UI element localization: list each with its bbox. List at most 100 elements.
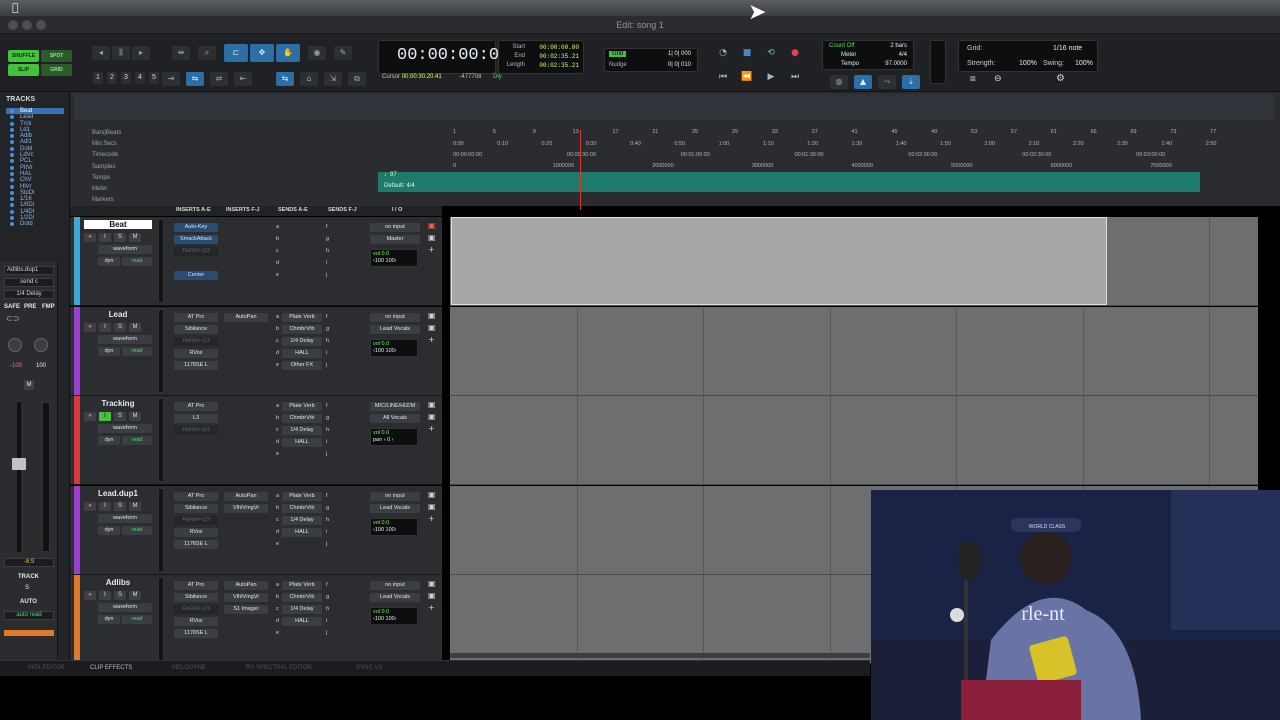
- dyn-button[interactable]: dyn: [98, 347, 120, 356]
- io-options-icon[interactable]: ▣: [428, 579, 436, 588]
- input-selector[interactable]: no input: [370, 492, 420, 501]
- tab-to-transient-icon[interactable]: ⇥: [162, 72, 180, 86]
- gear-icon[interactable]: ⚙: [1056, 73, 1065, 84]
- send-slot[interactable]: Plate Verb: [282, 402, 322, 411]
- magnifier-icon[interactable]: ⌕: [198, 46, 216, 60]
- insert-slot[interactable]: 1176SE L: [174, 361, 218, 370]
- solo-button[interactable]: S: [114, 412, 126, 421]
- fmp-button[interactable]: FMP: [42, 304, 55, 310]
- playhead-line[interactable]: [580, 130, 581, 210]
- insert-slot[interactable]: [224, 629, 268, 638]
- insert-slot[interactable]: [224, 259, 268, 268]
- safe-button[interactable]: SAFE: [4, 304, 20, 310]
- insert-slot[interactable]: FbFbFr-Q3: [174, 516, 218, 525]
- volume-fader[interactable]: [12, 458, 26, 470]
- io-options-icon[interactable]: ▣: [428, 591, 436, 600]
- automation-mode-selector[interactable]: read: [122, 257, 152, 266]
- send-slot[interactable]: [282, 235, 322, 244]
- track-header[interactable]: Lead ● I S Mwaveform dyn read AT Pro Sibilance Fb…: [70, 307, 442, 396]
- zoom-preset-4[interactable]: 4: [135, 72, 145, 84]
- insert-slot[interactable]: [174, 259, 218, 268]
- insert-slot[interactable]: [224, 414, 268, 423]
- io-options-icon[interactable]: ▣: [428, 323, 436, 332]
- grid-note-value[interactable]: 1/16 note: [1053, 45, 1082, 52]
- nudge-value[interactable]: 0| 0| 010: [668, 62, 691, 68]
- add-icon[interactable]: +: [428, 335, 435, 344]
- pan-right-knob[interactable]: [34, 338, 48, 352]
- insert-slot[interactable]: FbFbFr-Q3: [174, 426, 218, 435]
- insert-slot[interactable]: [174, 438, 218, 447]
- link-track-icon[interactable]: ⇌: [210, 72, 228, 86]
- online-icon[interactable]: ◔: [715, 46, 731, 60]
- tab-midi-editor[interactable]: MIDI EDITOR: [28, 665, 65, 671]
- send-slot[interactable]: [282, 247, 322, 256]
- mute-button[interactable]: M: [129, 233, 141, 242]
- solo-safe-button[interactable]: S: [25, 585, 29, 591]
- insert-slot[interactable]: Sibilance: [174, 593, 218, 602]
- track-header[interactable]: Beat ● I S Mwaveform dyn read Auto-Key SmackAtta…: [70, 217, 442, 306]
- insert-slot[interactable]: [224, 361, 268, 370]
- output-selector[interactable]: Master: [370, 235, 420, 244]
- zoomer-tool-icon[interactable]: ⇹: [172, 46, 190, 60]
- quantize-icon[interactable]: ⧈: [970, 74, 976, 84]
- tab-melodyne[interactable]: MELODYNE: [172, 665, 206, 671]
- insert-slot[interactable]: AT Pro: [174, 581, 218, 590]
- send-slot[interactable]: 1/4 Delay: [282, 605, 322, 614]
- send-slot[interactable]: ChmbrVrb: [282, 504, 322, 513]
- send-slot[interactable]: 1/4 Delay: [282, 426, 322, 435]
- insert-slot[interactable]: Center: [174, 271, 218, 280]
- io-options-icon[interactable]: ▣: [428, 221, 436, 230]
- insert-slot[interactable]: L3: [174, 414, 218, 423]
- volume-pan-display[interactable]: vol 0.0 ‹100 100›: [370, 339, 418, 357]
- send-slot[interactable]: [282, 223, 322, 232]
- input-selector[interactable]: MIC/LINE/HIZ/M: [370, 402, 420, 411]
- send-slot[interactable]: 1/4 Delay: [282, 337, 322, 346]
- send-slot[interactable]: Plate Verb: [282, 492, 322, 501]
- io-options-icon[interactable]: ▣: [428, 311, 436, 320]
- horizontal-scrollbar[interactable]: [450, 653, 870, 658]
- send-slot[interactable]: [282, 629, 322, 638]
- insert-slot[interactable]: AutoPan: [224, 492, 268, 501]
- io-options-icon[interactable]: ▣: [428, 233, 436, 242]
- mirror-midi-icon[interactable]: ⇆: [276, 72, 294, 86]
- send-slot[interactable]: 1/4 Delay: [282, 516, 322, 525]
- send-slot[interactable]: HALL: [282, 528, 322, 537]
- add-icon[interactable]: +: [428, 424, 435, 433]
- input-monitor-button[interactable]: I: [99, 591, 111, 600]
- send-slot[interactable]: Plate Verb: [282, 581, 322, 590]
- insert-slot[interactable]: [224, 223, 268, 232]
- start-value[interactable]: 00:00:00.00: [539, 44, 579, 51]
- dyn-button[interactable]: dyn: [98, 615, 120, 624]
- insertion-follows-icon[interactable]: ⇤: [234, 72, 252, 86]
- mute-button[interactable]: M: [129, 412, 141, 421]
- io-options-icon[interactable]: ▣: [428, 412, 436, 421]
- insert-slot[interactable]: [224, 426, 268, 435]
- insert-slot[interactable]: [224, 247, 268, 256]
- strength-value[interactable]: 100%: [1019, 60, 1037, 67]
- insert-slot[interactable]: VIhlVmgVr: [224, 593, 268, 602]
- insert-slot[interactable]: [224, 516, 268, 525]
- send-slot[interactable]: [282, 450, 322, 459]
- track-view-selector[interactable]: waveform: [98, 245, 152, 254]
- insert-slot[interactable]: AutoPan: [224, 313, 268, 322]
- automation-mode-selector[interactable]: read: [122, 526, 152, 535]
- insert-slot[interactable]: S1 Imager: [224, 605, 268, 614]
- insert-slot[interactable]: [224, 450, 268, 459]
- track-view-selector[interactable]: waveform: [98, 514, 152, 523]
- pan-left-knob[interactable]: [8, 338, 22, 352]
- track-playlist-lane[interactable]: [450, 396, 1258, 485]
- output-selector[interactable]: Lead Vocals: [370, 325, 420, 334]
- mute-button[interactable]: M: [129, 591, 141, 600]
- insert-slot[interactable]: [224, 617, 268, 626]
- dyn-button[interactable]: dyn: [98, 436, 120, 445]
- grid-value[interactable]: 1| 0| 000: [668, 51, 691, 57]
- grid-mode-button[interactable]: GRID: [41, 64, 72, 76]
- swing-value[interactable]: 100%: [1075, 60, 1093, 67]
- insert-slot[interactable]: Auto-Key: [174, 223, 218, 232]
- rewind-icon[interactable]: ⏪: [739, 70, 755, 84]
- track-header[interactable]: Adlibs ● I S Mwaveform dyn read AT Pro Sibilance…: [70, 575, 442, 664]
- send-slot[interactable]: Plate Verb: [282, 313, 322, 322]
- insert-slot[interactable]: [224, 528, 268, 537]
- track-header[interactable]: Tracking ● I S Mwaveform dyn read AT Pro L3 FbFbF…: [70, 396, 442, 485]
- solo-button[interactable]: S: [114, 323, 126, 332]
